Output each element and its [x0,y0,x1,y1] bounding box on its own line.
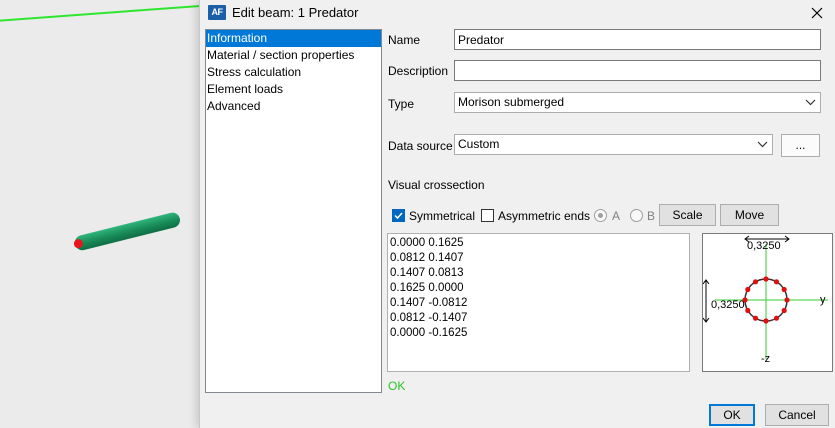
nav-item-information[interactable]: Information [206,30,381,47]
close-icon [811,7,823,19]
radio-b[interactable] [630,209,643,222]
coordinate-row: 0.0000 -0.1625 [390,327,468,339]
nav-item-element-loads[interactable]: Element loads [206,81,381,98]
coordinate-row: 0.1407 -0.0812 [390,297,468,309]
asymmetric-ends-checkbox[interactable] [481,209,494,222]
datasource-label: Data source [388,139,453,153]
type-dropdown[interactable]: Morison submerged [454,92,821,113]
edit-beam-dialog: AF Edit beam: 1 Predator Information Mat… [199,0,835,428]
chevron-down-icon [757,141,768,148]
crossection-preview: 0,3250 0,3250 y -z [702,233,833,372]
section-nav-list[interactable]: Information Material / section propertie… [205,29,382,393]
section-point [773,315,780,321]
visual-crossection-label: Visual crossection [388,178,485,192]
section-point [752,315,759,321]
radio-a[interactable] [594,209,607,222]
section-point [784,297,790,303]
checkmark-icon [394,212,403,220]
nav-item-stress-calculation[interactable]: Stress calculation [206,64,381,81]
section-point [763,318,769,324]
viewport-green-line [0,4,200,22]
coordinate-row: 0.0812 0.1407 [390,252,464,264]
dialog-titlebar[interactable]: AF Edit beam: 1 Predator [200,0,835,26]
cancel-button[interactable]: Cancel [765,404,829,426]
crossection-coordinates-textarea[interactable]: 0.0000 0.1625 0.0812 0.1407 0.1407 0.0813 0… [387,233,690,372]
section-point [781,307,787,314]
height-dimension-text: 0,3250 [711,299,745,311]
radio-a-label: A [612,209,621,223]
type-label: Type [388,97,415,111]
section-point [752,279,759,285]
y-axis-label: y [820,294,826,306]
symmetrical-label: Symmetrical [409,209,476,223]
coordinate-row: 0.0812 -0.1407 [390,312,468,324]
browse-datasource-button[interactable]: ... [781,134,820,157]
chevron-down-icon [805,99,816,106]
name-label: Name [388,33,421,47]
3d-viewport[interactable] [0,0,200,428]
close-button[interactable] [806,2,828,24]
dialog-title: Edit beam: 1 Predator [232,5,359,20]
coordinate-row: 0.0000 0.1625 [390,237,464,249]
name-input[interactable] [454,29,821,50]
radio-b-label: B [647,209,656,223]
section-point [763,276,769,282]
datasource-dropdown-value: Custom [458,137,500,151]
datasource-dropdown[interactable]: Custom [454,134,773,155]
description-label: Description [388,64,449,78]
coordinate-row: 0.1625 0.0000 [390,282,464,294]
width-dimension-text: 0,3250 [747,240,781,252]
nav-item-advanced[interactable]: Advanced [206,98,381,115]
ok-button[interactable]: OK [709,404,755,426]
section-point [745,307,751,314]
z-axis-label: -z [761,353,770,365]
nav-item-material-section[interactable]: Material / section properties [206,47,381,64]
description-input[interactable] [454,60,821,81]
scale-button[interactable]: Scale [659,204,716,226]
section-point [781,286,787,293]
symmetrical-checkbox[interactable] [392,209,405,222]
section-point [773,279,780,285]
crossection-preview-canvas: 0,3250 0,3250 y -z [702,235,828,365]
type-dropdown-value: Morison submerged [458,95,565,109]
validation-status: OK [388,379,406,393]
app-icon: AF [208,5,226,20]
move-button[interactable]: Move [720,204,779,226]
coordinate-row: 0.1407 0.0813 [390,267,464,279]
section-point [745,286,751,293]
asymmetric-ends-label: Asymmetric ends [498,209,591,223]
beam-3d-model[interactable] [73,211,182,252]
